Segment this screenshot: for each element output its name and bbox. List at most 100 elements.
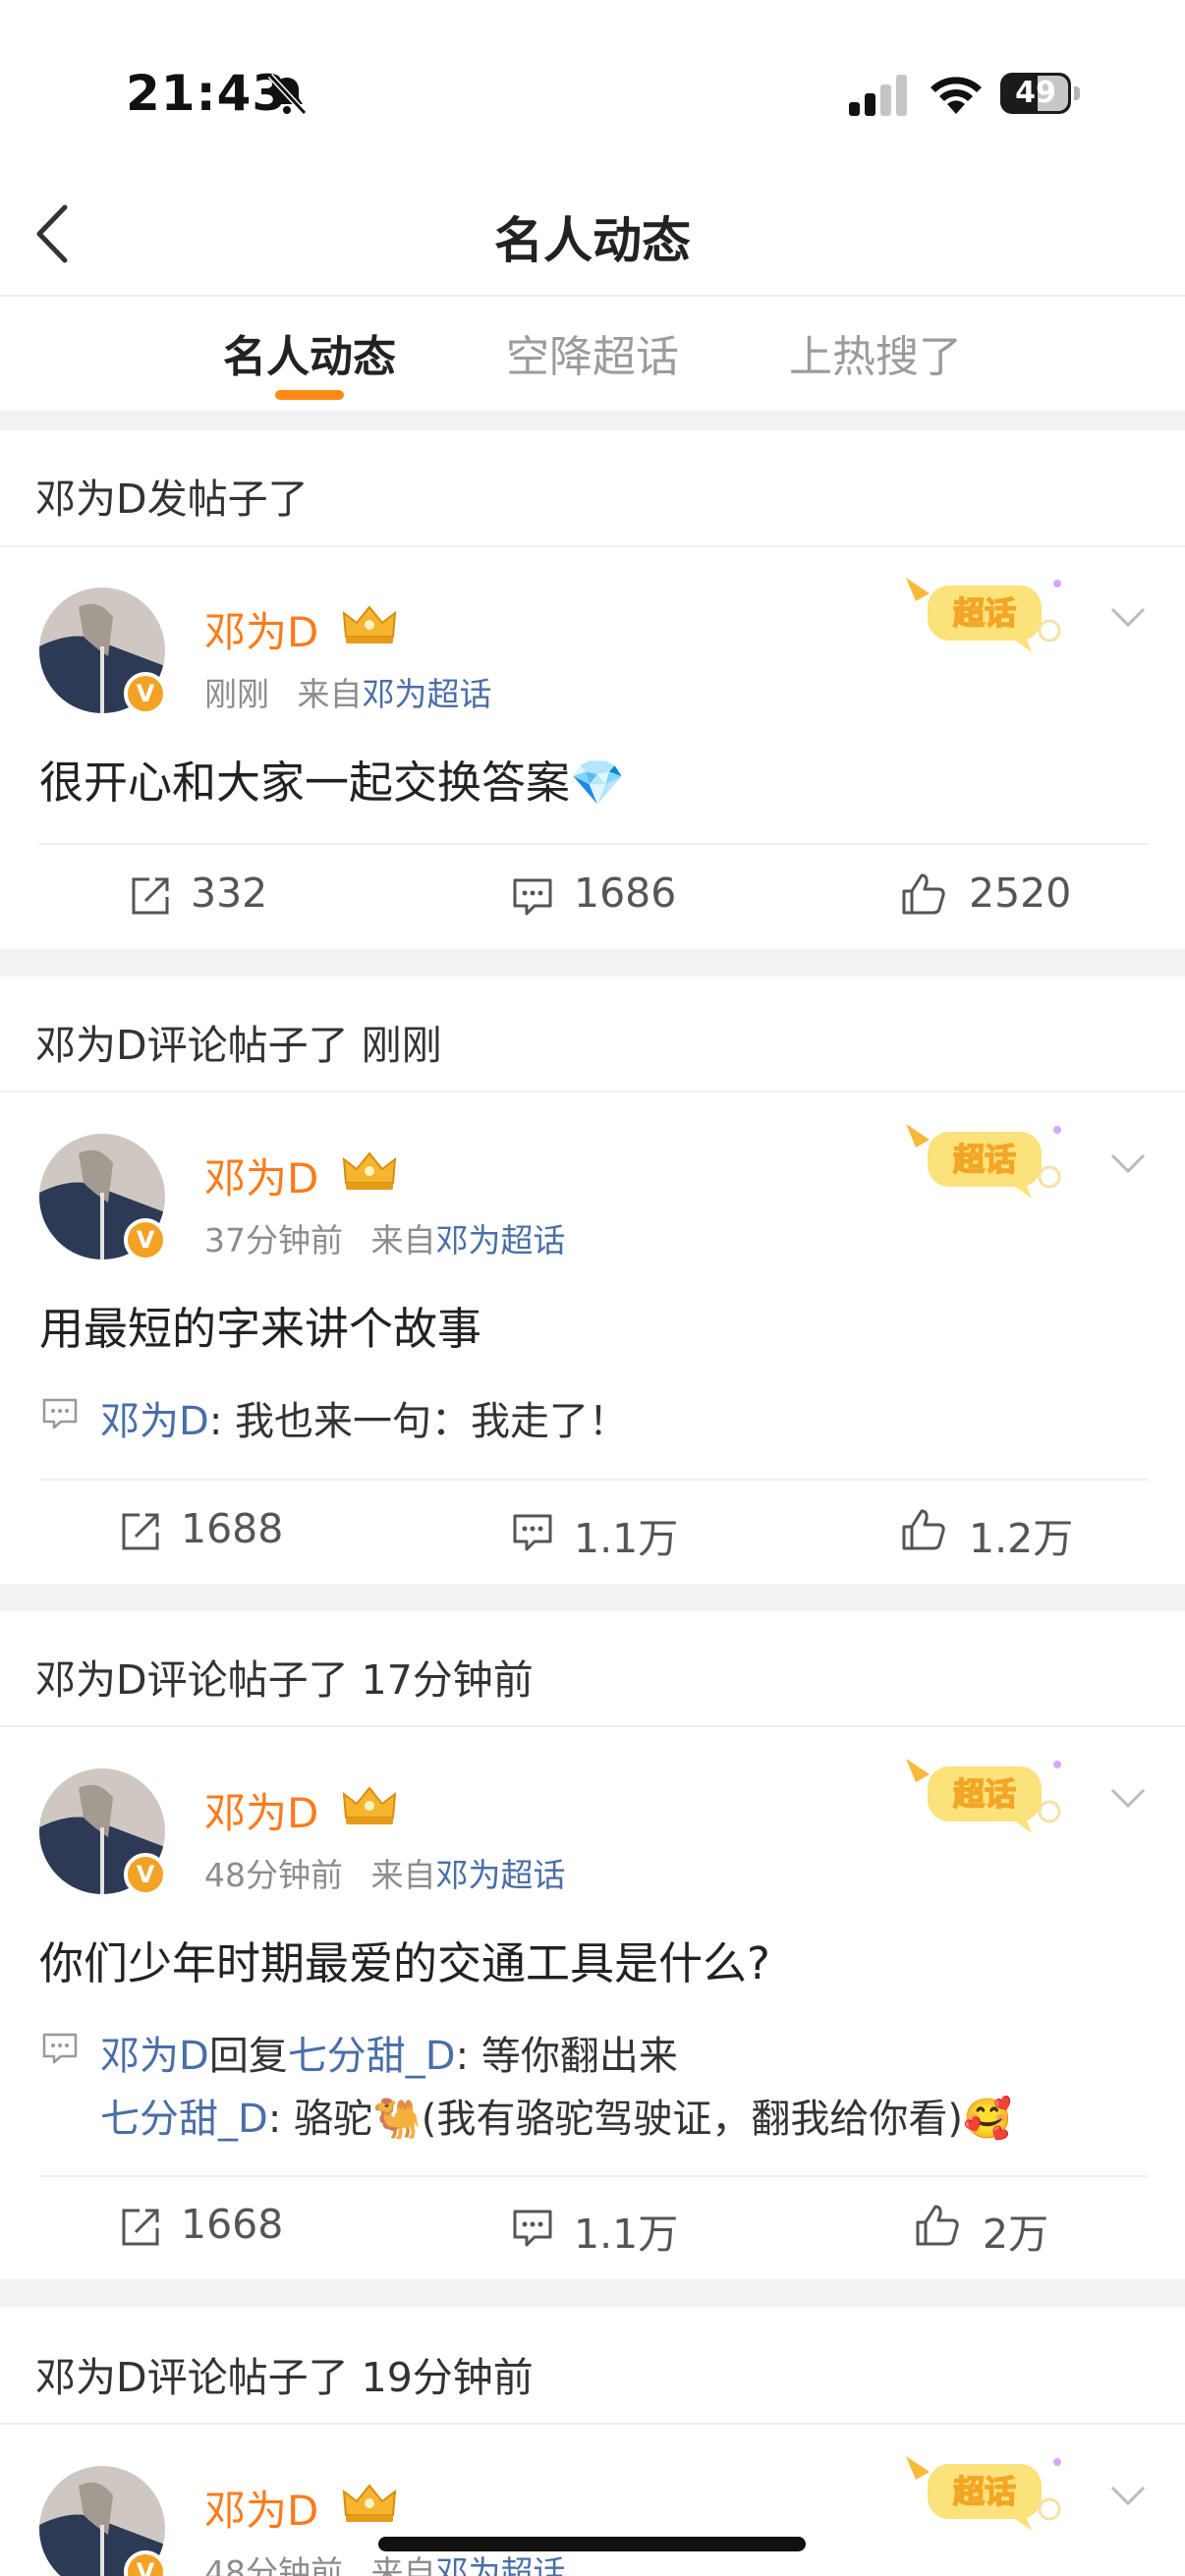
post-meta: 刚刚 来自邓为超话 [204,668,492,715]
section-header: 邓为D评论帖子了 刚刚 [35,1022,442,1069]
chaohua-sticker-icon[interactable]: 超话 [902,1118,1069,1206]
like-count: 2万 [983,2211,1049,2258]
source-prefix: 来自 [297,675,363,713]
repost-count: 1688 [181,1505,284,1552]
nav-divider [0,295,1185,297]
comment-count: 1.1万 [574,1515,679,1562]
author-name[interactable]: 邓为D [204,2478,318,2538]
repost-count: 332 [191,869,268,917]
source-prefix: 来自 [370,2553,436,2576]
author-name[interactable]: 邓为D [204,1146,318,1205]
chaohua-sticker-icon[interactable]: 超话 [902,2450,1069,2539]
source-prefix: 来自 [370,1221,436,1260]
post-time: 刚刚 [204,675,269,713]
tab-hot-search[interactable]: 上热搜了 [767,321,984,384]
verified-badge-icon: V [124,672,167,715]
tab-active-indicator [275,390,344,400]
bell-muted-icon [267,73,308,116]
post-meta: 48分钟前 来自邓为超话 [204,1849,566,1896]
divider [39,2175,1148,2177]
chaohua-label: 超话 [953,2473,1016,2510]
page-title: 名人动态 [494,212,691,269]
like-count: 2520 [969,869,1072,917]
verified-badge-icon: V [124,1218,167,1261]
comment-line[interactable]: 七分甜_D: 骆驼🐫(我有骆驼驾驶证，翻我给你看)🥰 [100,2087,1012,2144]
chevron-down-icon[interactable] [1108,2482,1148,2509]
repost-icon [122,2209,159,2246]
tab-celebrity-news[interactable]: 名人动态 [201,321,418,384]
verified-badge-icon: V [124,1853,167,1896]
divider [39,843,1148,845]
section-separator [0,949,1185,977]
section-separator [0,411,1185,430]
section-separator [0,1584,1185,1611]
status-time: 21:43 [126,65,288,122]
divider [0,1725,1185,1727]
comment-count: 1686 [574,869,677,917]
repost-icon [122,1513,159,1550]
post-text[interactable]: 很开心和大家一起交换答案💎 [39,747,625,811]
battery-level: 49 [1015,76,1056,110]
tab-airdrop-chaohua[interactable]: 空降超话 [484,321,701,384]
thumbs-up-icon [916,2205,959,2246]
comment-user[interactable]: 邓为D [100,2034,209,2079]
status-bar: 21:43 49 [0,0,1185,157]
post-time: 48分钟前 [204,1856,343,1894]
divider [0,545,1185,547]
post-time: 37分钟前 [204,1221,343,1260]
cellular-signal-icon [849,75,907,116]
comment-icon [513,2210,552,2247]
chaohua-label: 超话 [953,1141,1016,1178]
section-separator [0,2279,1185,2307]
chaohua-sticker-icon[interactable]: 超话 [902,1753,1069,1841]
source-prefix: 来自 [370,1856,436,1894]
crown-icon [342,605,397,644]
thumbs-up-icon [902,1509,945,1550]
like-count: 1.2万 [969,1515,1074,1562]
comment-bubble-icon [42,1398,78,1429]
chaohua-label: 超话 [953,594,1016,632]
chevron-down-icon[interactable] [1108,1784,1148,1812]
comment-bubble-icon [42,2033,78,2064]
post-meta: 37分钟前 来自邓为超话 [204,1214,566,1261]
repost-icon [132,877,169,915]
reply-to-user[interactable]: 七分甜_D [288,2034,456,2079]
battery-icon: 49 [1000,73,1080,114]
comment-line[interactable]: 邓为D: 我也来一句：我走了！ [100,1389,628,1446]
post-time: 48分钟前 [204,2553,343,2576]
wifi-icon [931,77,982,114]
divider [39,1479,1148,1481]
chevron-down-icon[interactable] [1108,603,1148,631]
author-name[interactable]: 邓为D [204,599,318,659]
source-link[interactable]: 邓为超话 [436,2553,566,2576]
chaohua-sticker-icon[interactable]: 超话 [902,572,1069,660]
source-link[interactable]: 邓为超话 [363,675,492,713]
comment-icon [513,1514,552,1551]
home-indicator[interactable] [378,2537,806,2551]
chevron-down-icon[interactable] [1108,1149,1148,1177]
comment-user[interactable]: 七分甜_D [100,2097,268,2142]
crown-icon [342,1151,397,1190]
post-text[interactable]: 用最短的字来讲个故事 [39,1293,481,1357]
reply-word: 回复 [208,2034,288,2079]
divider [0,2423,1185,2425]
source-link[interactable]: 邓为超话 [436,1221,566,1260]
comment-text: : 骆驼🐫(我有骆驼驾驶证，翻我给你看)🥰 [267,2097,1012,2142]
crown-icon [342,2484,397,2522]
tab-bar: 名人动态 空降超话 上热搜了 [0,300,1185,408]
page: 21:43 49 名人动态 名人动态 空降超话 上热搜了 邓为D发帖子了 V 邓… [0,0,1185,2576]
comment-user[interactable]: 邓为D [100,1399,209,1444]
thumbs-up-icon [902,873,945,915]
section-header: 邓为D发帖子了 [35,476,309,523]
divider [0,1091,1185,1092]
comment-count: 1.1万 [574,2211,679,2258]
author-name[interactable]: 邓为D [204,1780,318,1840]
comment-text: : 我也来一句：我走了！ [208,1399,629,1444]
section-header: 邓为D评论帖子了 17分钟前 [35,1656,534,1704]
comment-text: : 等你翻出来 [455,2034,678,2079]
source-link[interactable]: 邓为超话 [436,1856,566,1894]
section-header: 邓为D评论帖子了 19分钟前 [35,2354,534,2401]
post-text[interactable]: 你们少年时期最爱的交通工具是什么? [39,1928,770,1991]
comment-icon [513,878,552,916]
comment-line[interactable]: 邓为D回复七分甜_D: 等你翻出来 [100,2024,678,2081]
